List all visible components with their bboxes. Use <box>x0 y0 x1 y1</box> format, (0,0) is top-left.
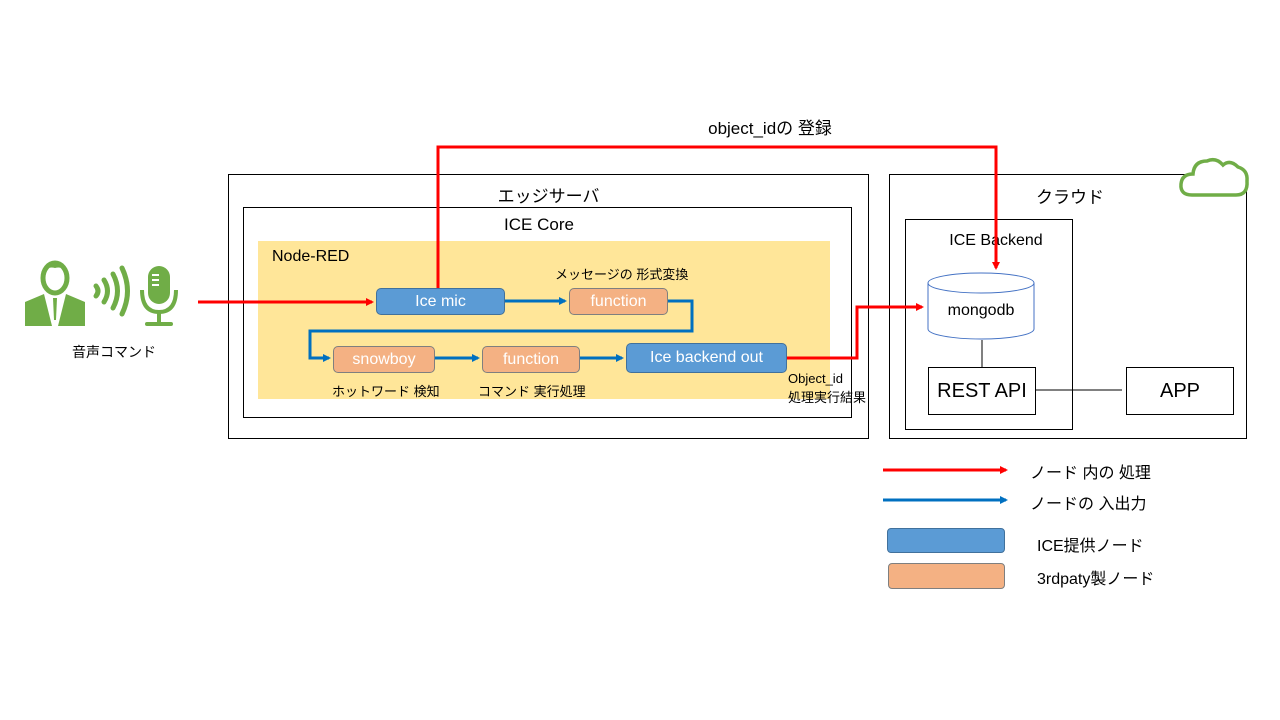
app-label: APP <box>1159 379 1201 402</box>
legend-label-ice-node: ICE提供ノード <box>1037 538 1144 555</box>
node-label: Ice mic <box>415 292 466 310</box>
rest-api-label: REST API <box>937 379 1027 402</box>
mongodb-label: mongodb <box>947 302 1015 319</box>
voice-command-label: 音声コマンド <box>72 344 156 360</box>
edge-server-title: エッジサーバ <box>497 187 600 206</box>
node-label: Ice backend out <box>650 349 763 366</box>
mongodb-database[interactable]: mongodb <box>926 271 1036 341</box>
node-snowboy[interactable]: snowboy <box>333 346 435 373</box>
microphone-icon <box>140 266 178 326</box>
legend-label-3rdparty-node: 3rdpaty製ノード <box>1037 571 1155 588</box>
rest-api-box[interactable]: REST API <box>928 367 1036 415</box>
node-caption-function-2: コマンド 実行処理 <box>478 384 586 399</box>
legend-label-internal-process: ノード 内の 処理 <box>1030 465 1151 482</box>
voice-command-icons <box>22 260 192 330</box>
node-red-title: Node-RED <box>272 248 350 265</box>
ice-core-title: ICE Core <box>504 215 574 234</box>
node-function-command[interactable]: function <box>482 346 580 373</box>
sound-waves-icon <box>93 265 130 317</box>
legend-label-node-io: ノードの 入出力 <box>1030 496 1147 513</box>
node-caption-snowboy: ホットワード 検知 <box>332 384 440 399</box>
node-ice-backend-out[interactable]: Ice backend out <box>626 343 787 373</box>
object-id-registration-label: object_idの 登録 <box>708 119 832 138</box>
legend-swatch-3rdparty-node <box>888 563 1005 589</box>
person-icon <box>25 260 85 326</box>
output-caption-object-id: Object_id <box>788 371 843 386</box>
app-box[interactable]: APP <box>1126 367 1234 415</box>
cloud-title: クラウド <box>1036 188 1104 207</box>
output-caption-result: 処理実行結果 <box>788 390 867 405</box>
node-function-format[interactable]: function <box>569 288 668 315</box>
legend-swatch-ice-node <box>887 528 1005 553</box>
node-caption-function-1: メッセージの 形式変換 <box>555 267 689 282</box>
node-ice-mic[interactable]: Ice mic <box>376 288 505 315</box>
cloud-icon <box>1178 153 1250 199</box>
ice-backend-title: ICE Backend <box>949 232 1043 249</box>
node-label: snowboy <box>352 350 416 368</box>
node-label: function <box>590 292 647 310</box>
node-label: function <box>502 350 560 368</box>
